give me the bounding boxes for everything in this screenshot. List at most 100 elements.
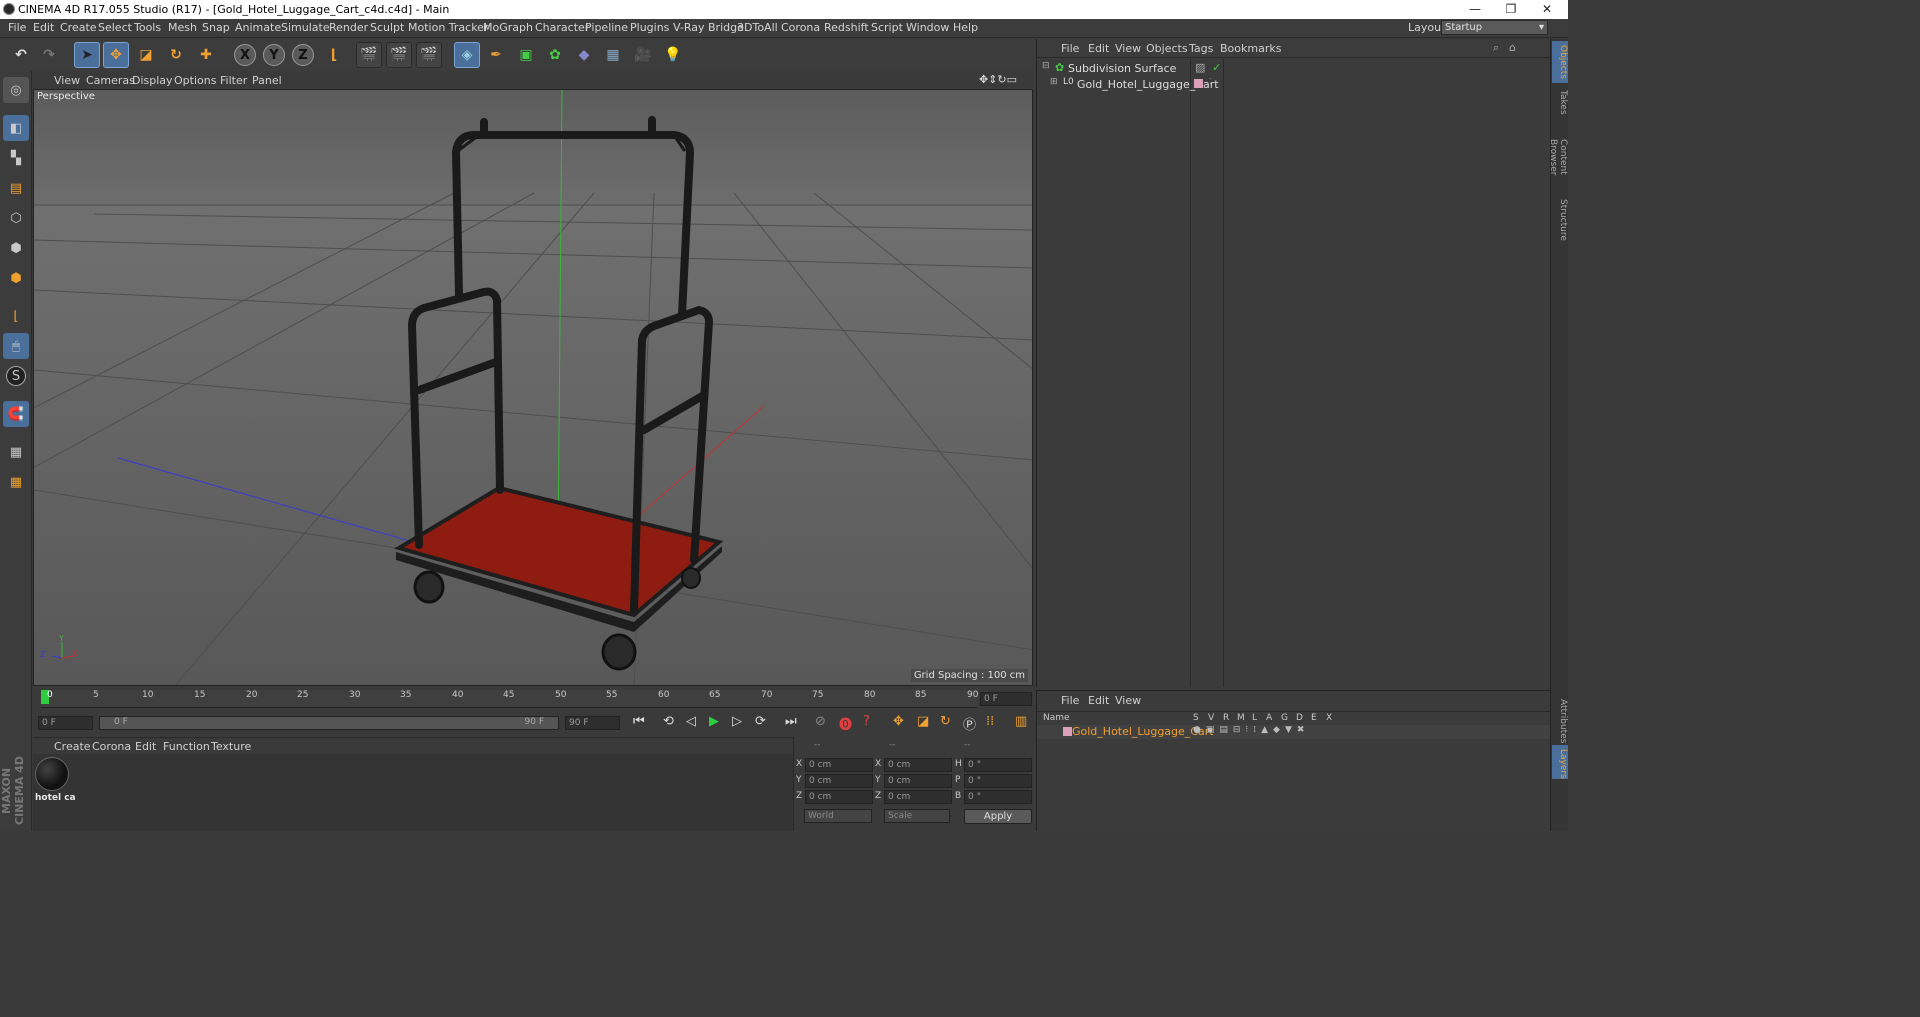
menu-mograph[interactable]: MoGraph xyxy=(483,21,533,34)
model-mode-button[interactable]: ◧ xyxy=(3,115,29,141)
x-axis-lock-button[interactable]: X xyxy=(234,44,256,66)
y-axis-lock-button[interactable]: Y xyxy=(263,44,285,66)
polygons-mode-button[interactable]: ⬢ xyxy=(3,265,29,291)
home-icon[interactable]: ⌂ xyxy=(1509,41,1516,54)
menu-tools[interactable]: Tools xyxy=(134,21,161,34)
camera-button[interactable]: 🎥 xyxy=(630,42,656,68)
menu-character[interactable]: Character xyxy=(535,21,589,34)
visibility-toggle-icon[interactable]: ▨ xyxy=(1195,61,1205,74)
rotation-p-field[interactable]: 0 ° xyxy=(964,774,1032,788)
rotation-b-field[interactable]: 0 ° xyxy=(964,790,1032,804)
material-menu-function[interactable]: Function xyxy=(163,740,210,753)
viewport-menu-display[interactable]: Display xyxy=(132,74,173,87)
size-z-field[interactable]: 0 cm xyxy=(884,790,952,804)
size-mode-dropdown[interactable]: Scale xyxy=(884,809,950,823)
layer-color-swatch[interactable] xyxy=(1194,79,1203,88)
minimize-button[interactable]: — xyxy=(1457,0,1493,19)
rotate-tool-button[interactable]: ↻ xyxy=(163,42,189,68)
menu-create[interactable]: Create xyxy=(60,21,97,34)
cube-object-button[interactable]: ◈ xyxy=(454,42,480,68)
frame-end-field[interactable]: 0 F xyxy=(980,692,1032,706)
material-menu-create[interactable]: Create xyxy=(54,740,91,753)
menu-redshift[interactable]: Redshift xyxy=(824,21,869,34)
menu-pipeline[interactable]: Pipeline xyxy=(585,21,628,34)
workplane-lock-button[interactable]: ▦ xyxy=(3,439,29,465)
position-z-field[interactable]: 0 cm xyxy=(805,790,873,804)
viewport-menu-cameras[interactable]: Cameras xyxy=(86,74,135,87)
rotation-h-field[interactable]: 0 ° xyxy=(964,758,1032,772)
visibility-dots-icon[interactable]: ⁚ xyxy=(1209,77,1212,86)
position-x-field[interactable]: 0 cm xyxy=(805,758,873,772)
timeline-window-button[interactable]: ▥ xyxy=(1015,714,1027,729)
layers-menu-file[interactable]: File xyxy=(1061,694,1079,707)
collapse-icon[interactable]: ⊟ xyxy=(1042,61,1050,71)
menu-vray-bridge[interactable]: V-Ray Bridge xyxy=(673,21,744,34)
objects-menu-edit[interactable]: Edit xyxy=(1088,42,1109,55)
record-keys-button[interactable]: ⊘ xyxy=(815,714,826,729)
key-rotation-button[interactable]: ↻ xyxy=(940,714,951,729)
menu-file[interactable]: File xyxy=(8,21,26,34)
tweak-mode-button[interactable]: 🖱 xyxy=(3,333,29,359)
step-forward-button[interactable]: ▷ xyxy=(732,714,742,729)
objects-menu-view[interactable]: View xyxy=(1115,42,1141,55)
menu-snap[interactable]: Snap xyxy=(202,21,230,34)
viewport-menu-view[interactable]: View xyxy=(54,74,80,87)
search-icon[interactable]: ⌕ xyxy=(1493,41,1499,55)
subdivision-button[interactable]: ▣ xyxy=(513,42,539,68)
texture-mode-button[interactable]: ▚ xyxy=(3,145,29,171)
position-y-field[interactable]: 0 cm xyxy=(805,774,873,788)
objects-menu-bookmarks[interactable]: Bookmarks xyxy=(1220,42,1281,55)
coordinate-system-button[interactable]: ⌊ xyxy=(321,42,347,68)
menu-select[interactable]: Select xyxy=(98,21,132,34)
objects-menu-tags[interactable]: Tags xyxy=(1189,42,1213,55)
light-button[interactable]: 💡 xyxy=(660,42,686,68)
menu-simulate[interactable]: Simulate xyxy=(281,21,330,34)
material-menu-texture[interactable]: Texture xyxy=(211,740,251,753)
cloner-button[interactable]: ✿ xyxy=(542,42,568,68)
menu-sculpt[interactable]: Sculpt xyxy=(370,21,404,34)
move-tool-button[interactable]: ✥ xyxy=(103,42,129,68)
layer-toggle-icons[interactable]: ●▣▤⊟⁝⁞▲◆▼✖ xyxy=(1193,725,1309,735)
workplane-snap-button[interactable]: ▦ xyxy=(3,469,29,495)
layer-color-swatch[interactable] xyxy=(1063,727,1072,736)
previous-key-button[interactable]: ⟲ xyxy=(663,714,674,729)
menu-mesh[interactable]: Mesh xyxy=(168,21,197,34)
menu-window[interactable]: Window xyxy=(906,21,949,34)
menu-motion-tracker[interactable]: Motion Tracker xyxy=(408,21,488,34)
render-view-button[interactable]: 🎬 xyxy=(356,42,382,68)
menu-script[interactable]: Script xyxy=(871,21,903,34)
viewport-menu-options[interactable]: Options xyxy=(174,74,216,87)
magnet-button[interactable]: 🧲 xyxy=(3,401,29,427)
menu-plugins[interactable]: Plugins xyxy=(630,21,669,34)
redo-button[interactable]: ↷ xyxy=(36,42,62,68)
material-menu-corona[interactable]: Corona xyxy=(92,740,131,753)
tab-objects[interactable]: Objects xyxy=(1552,41,1568,83)
expand-icon[interactable]: ⊞ xyxy=(1050,77,1058,87)
deformer-button[interactable]: ◆ xyxy=(571,42,597,68)
layers-menu-edit[interactable]: Edit xyxy=(1088,694,1109,707)
floor-button[interactable]: ▦ xyxy=(600,42,626,68)
object-name[interactable]: Subdivision Surface xyxy=(1068,62,1176,75)
max-frame-field[interactable]: 90 F xyxy=(565,716,620,730)
menu-3dtoall[interactable]: 3DToAll xyxy=(737,21,778,34)
coordinate-mode-dropdown[interactable]: World xyxy=(804,809,872,823)
enabled-check-icon[interactable]: ✓ xyxy=(1212,61,1221,74)
current-frame-field[interactable]: 0 F xyxy=(38,716,93,730)
3d-viewport[interactable]: Y X Z Perspective Grid Spacing : 100 cm xyxy=(33,89,1033,686)
tab-attributes[interactable]: Attributes xyxy=(1552,695,1568,743)
step-back-button[interactable]: ◁ xyxy=(686,714,696,729)
render-settings-button[interactable]: 🎬 xyxy=(416,42,442,68)
tab-content-browser[interactable]: Content Browser xyxy=(1548,121,1568,193)
material-menu-edit[interactable]: Edit xyxy=(135,740,156,753)
menu-edit[interactable]: Edit xyxy=(33,21,54,34)
menu-corona[interactable]: Corona xyxy=(781,21,820,34)
go-to-end-button[interactable]: ⏭ xyxy=(785,714,797,729)
viewport-menu-filter[interactable]: Filter xyxy=(220,74,247,87)
auto-key-button[interactable]: ⓿ xyxy=(839,714,852,733)
menu-help[interactable]: Help xyxy=(953,21,978,34)
transform-tool-button[interactable]: ✚ xyxy=(193,42,219,68)
key-scale-button[interactable]: ◪ xyxy=(917,714,929,729)
pen-spline-button[interactable]: ✒ xyxy=(483,42,509,68)
restore-button[interactable]: ❐ xyxy=(1493,0,1529,19)
viewport-nav-icon[interactable]: ✥⇕↻▭ xyxy=(979,73,1017,86)
